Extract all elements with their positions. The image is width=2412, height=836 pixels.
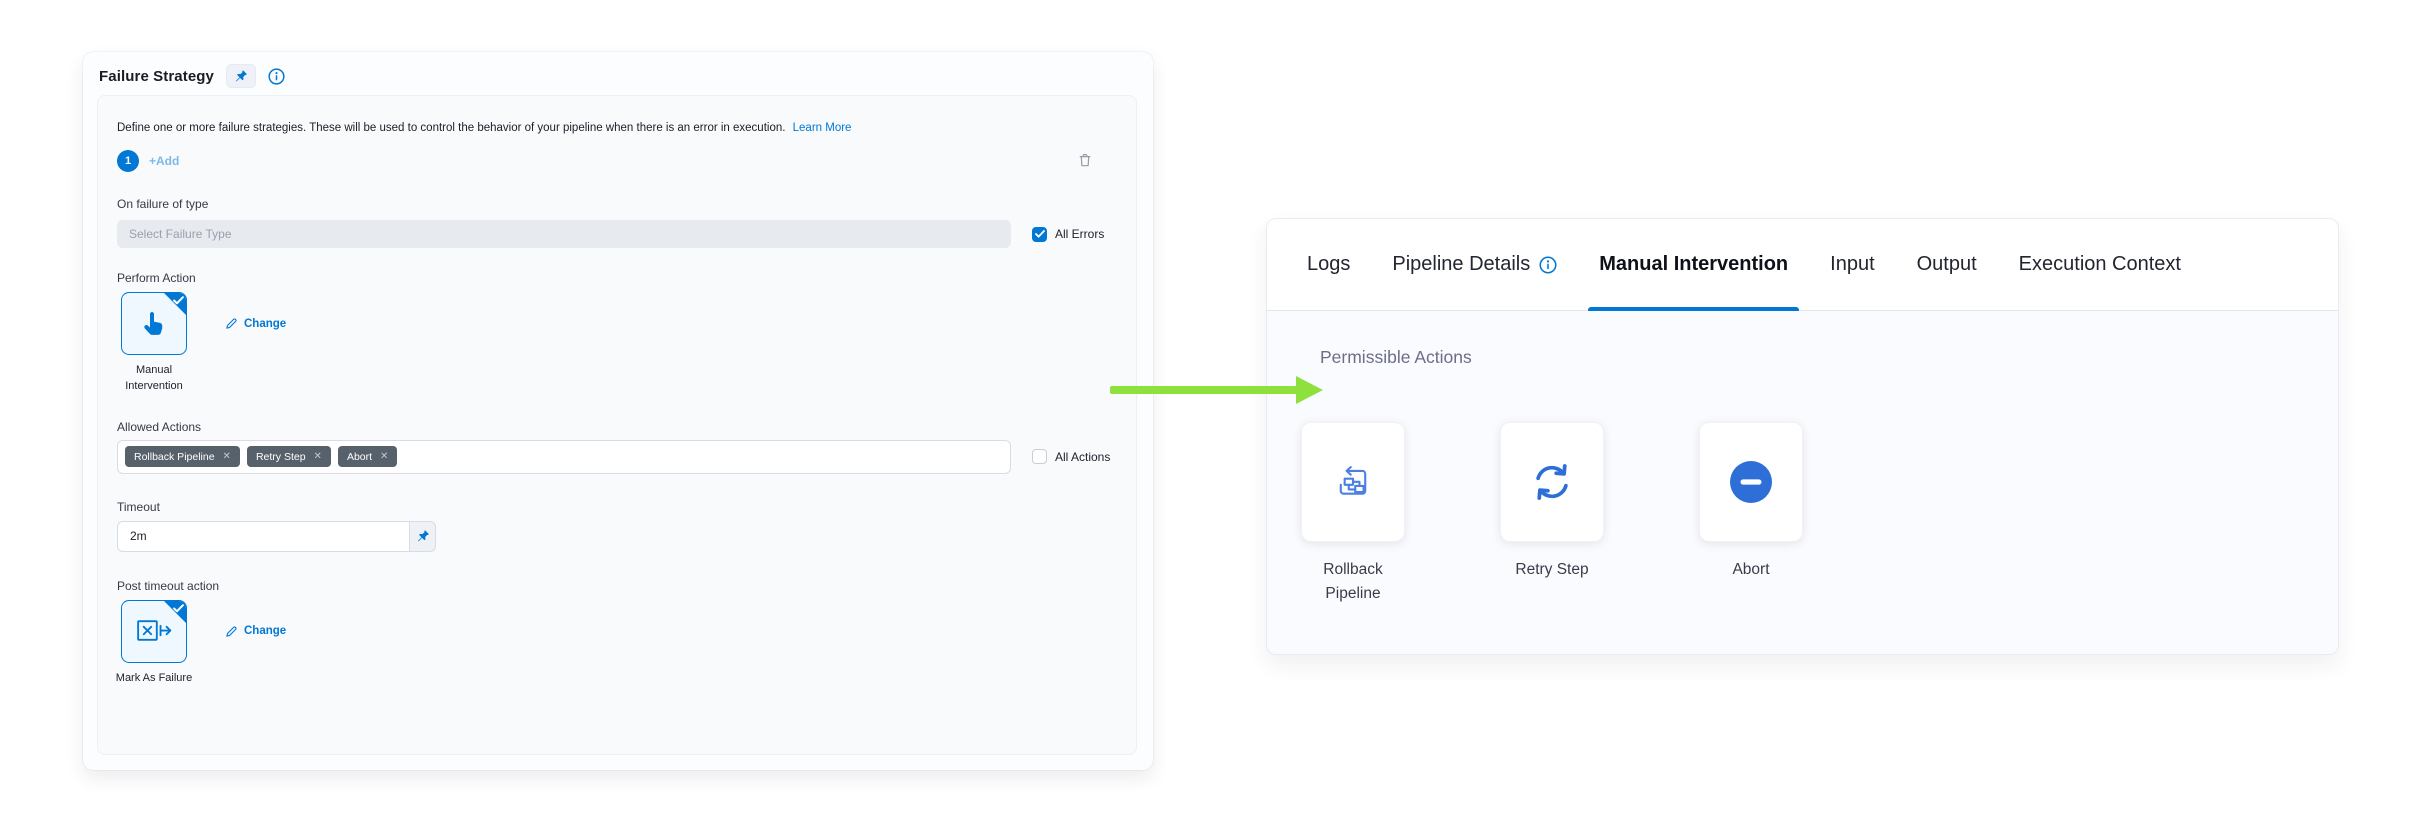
retry-icon (1530, 460, 1574, 504)
tab-execution-context[interactable]: Execution Context (2019, 219, 2181, 310)
failure-strategy-header: Failure Strategy (83, 52, 1153, 88)
mark-as-failure-card[interactable] (121, 600, 187, 663)
tab-input[interactable]: Input (1830, 219, 1874, 310)
timeout-value: 2m (130, 529, 147, 543)
action-abort: Abort (1699, 422, 1803, 606)
tab-label: Output (1917, 253, 1977, 276)
add-strategy-button[interactable]: +Add (149, 154, 179, 168)
manual-intervention-card[interactable] (121, 292, 187, 355)
pin-button[interactable] (226, 64, 256, 88)
post-timeout-row: Mark As Failure Change (117, 600, 1116, 687)
tab-label: Execution Context (2019, 253, 2181, 276)
tab-manual-intervention[interactable]: Manual Intervention (1599, 219, 1788, 310)
strategy-index-badge[interactable]: 1 (117, 150, 139, 172)
step-details-panel: Logs Pipeline Details Manual Interventio… (1266, 218, 2339, 655)
pin-icon (416, 529, 430, 543)
screenshot-root: Failure Strategy Define one or more fail… (0, 0, 2412, 836)
failure-type-select[interactable]: Select Failure Type (117, 220, 1011, 248)
tag-label: Retry Step (256, 451, 306, 463)
info-icon (1539, 256, 1557, 274)
all-errors-option[interactable]: All Errors (1032, 227, 1104, 242)
abort-icon (1729, 460, 1773, 504)
post-timeout-value: Mark As Failure (109, 671, 199, 687)
tag-retry-step[interactable]: Retry Step (247, 446, 331, 467)
check-icon (1035, 230, 1045, 238)
tag-remove-icon[interactable] (223, 452, 231, 462)
action-label: Rollback Pipeline (1303, 558, 1403, 606)
mark-as-failure-selection: Mark As Failure (121, 600, 187, 687)
tab-pipeline-details[interactable]: Pipeline Details (1392, 219, 1557, 310)
panel-title: Failure Strategy (99, 68, 214, 85)
retry-step-button[interactable] (1500, 422, 1604, 542)
tag-abort[interactable]: Abort (338, 446, 398, 467)
timeout-label: Timeout (117, 500, 1116, 514)
description-text: Define one or more failure strategies. T… (117, 120, 1116, 136)
failure-type-placeholder: Select Failure Type (129, 227, 232, 241)
perform-action-value: Manual Intervention (109, 363, 199, 395)
change-post-timeout-button[interactable]: Change (225, 624, 286, 639)
selected-check-icon (173, 296, 184, 305)
change-label: Change (244, 318, 286, 330)
action-retry-step: Retry Step (1500, 422, 1604, 606)
delete-strategy-icon[interactable] (1077, 152, 1093, 168)
failure-type-row: Select Failure Type All Errors (117, 220, 1116, 248)
manual-intervention-body: Permissible Actions Rollback Pipeline Re… (1267, 311, 2338, 606)
all-actions-label: All Actions (1055, 450, 1110, 464)
all-actions-checkbox[interactable] (1032, 449, 1047, 464)
change-label: Change (244, 625, 286, 637)
pointer-arrow-shaft (1110, 386, 1297, 394)
strategy-list-row: 1 +Add (117, 149, 1116, 173)
timeout-pin-button[interactable] (409, 521, 436, 552)
action-label: Retry Step (1515, 558, 1588, 582)
permissible-actions-row: Rollback Pipeline Retry Step Abort (1301, 422, 2338, 606)
action-rollback-pipeline: Rollback Pipeline (1301, 422, 1405, 606)
pin-icon (234, 69, 248, 83)
pointer-arrow-head (1296, 376, 1323, 404)
rollback-pipeline-button[interactable] (1301, 422, 1405, 542)
tab-logs[interactable]: Logs (1307, 219, 1350, 310)
manual-intervention-selection: Manual Intervention (121, 292, 187, 395)
allowed-actions-row: Rollback Pipeline Retry Step Abort All A… (117, 440, 1116, 474)
tab-output[interactable]: Output (1917, 219, 1977, 310)
change-action-button[interactable]: Change (225, 316, 286, 331)
on-failure-label: On failure of type (117, 197, 1116, 211)
tag-remove-icon[interactable] (314, 452, 322, 462)
permissible-actions-heading: Permissible Actions (1320, 347, 2338, 368)
info-icon[interactable] (268, 68, 285, 85)
allowed-actions-input[interactable]: Rollback Pipeline Retry Step Abort (117, 440, 1011, 474)
tag-remove-icon[interactable] (380, 452, 388, 462)
all-actions-option[interactable]: All Actions (1032, 449, 1110, 464)
tab-label: Pipeline Details (1392, 253, 1530, 276)
action-label: Abort (1732, 558, 1769, 582)
failure-strategy-panel: Failure Strategy Define one or more fail… (83, 52, 1153, 770)
allowed-actions-label: Allowed Actions (117, 420, 1116, 434)
timeout-row: 2m (117, 521, 1116, 552)
post-timeout-label: Post timeout action (117, 579, 1116, 593)
abort-button[interactable] (1699, 422, 1803, 542)
perform-action-label: Perform Action (117, 271, 1116, 285)
selected-check-icon (173, 604, 184, 613)
tag-label: Rollback Pipeline (134, 451, 215, 463)
rollback-pipeline-icon (1333, 462, 1373, 502)
failure-strategy-form: Define one or more failure strategies. T… (97, 95, 1137, 755)
perform-action-row: Manual Intervention Change (117, 292, 1116, 395)
learn-more-link[interactable]: Learn More (793, 122, 852, 134)
tab-label: Manual Intervention (1599, 253, 1788, 276)
tab-label: Logs (1307, 253, 1350, 276)
tab-label: Input (1830, 253, 1874, 276)
description-body: Define one or more failure strategies. T… (117, 122, 785, 134)
step-details-tab-bar: Logs Pipeline Details Manual Interventio… (1267, 219, 2338, 311)
timeout-input[interactable]: 2m (117, 521, 409, 552)
all-errors-label: All Errors (1055, 227, 1104, 241)
tag-rollback-pipeline[interactable]: Rollback Pipeline (125, 446, 240, 467)
all-errors-checkbox[interactable] (1032, 227, 1047, 242)
tag-label: Abort (347, 451, 372, 463)
pencil-icon (225, 625, 238, 638)
pencil-icon (225, 317, 238, 330)
